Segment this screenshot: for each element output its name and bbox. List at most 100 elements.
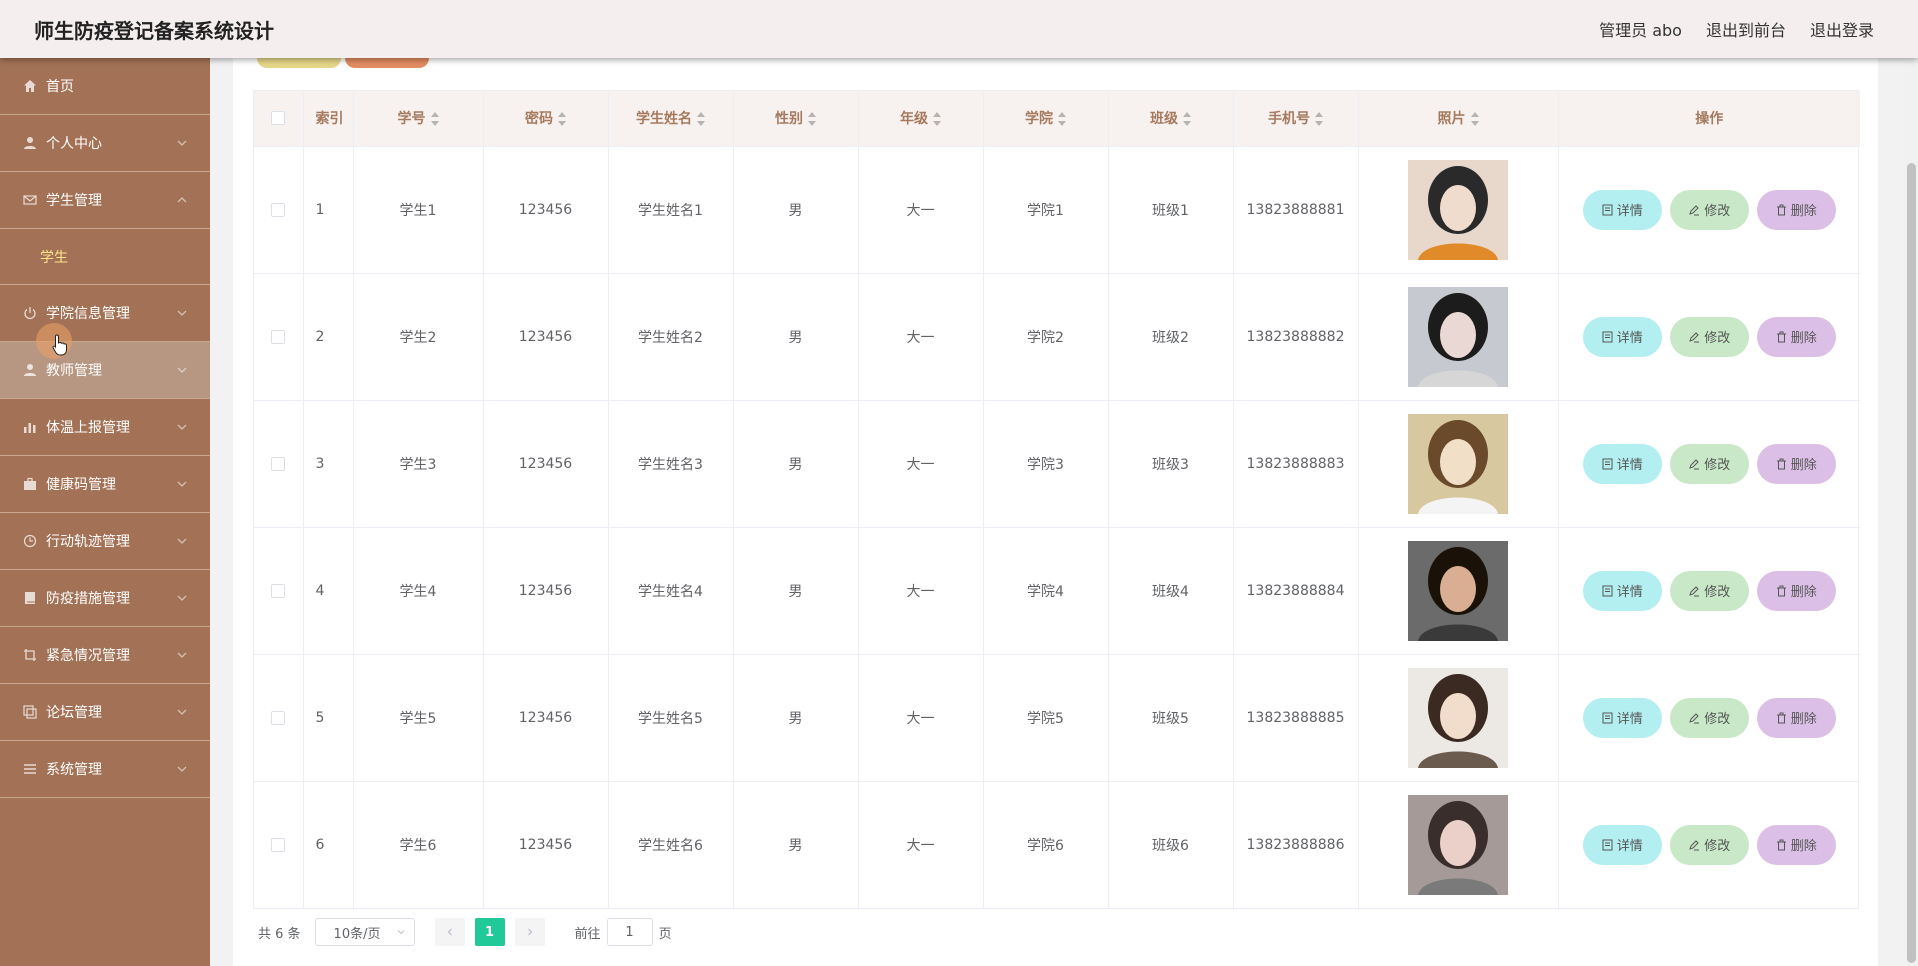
row-checkbox[interactable] xyxy=(271,456,286,471)
search-button[interactable] xyxy=(257,58,341,68)
delete-button[interactable]: 删除 xyxy=(1756,824,1836,865)
cell-student-no: 学生4 xyxy=(353,527,484,655)
cell-index: 3 xyxy=(303,400,354,528)
table-row: 6 学生6 123456 学生姓名6 男大一 学院6 班级6 13823888886 详情 修改删… xyxy=(254,781,1860,908)
sidebar-item-temperature-report[interactable]: 体温上报管理 xyxy=(0,399,210,456)
briefcase-icon xyxy=(22,476,38,492)
delete-button[interactable]: 删除 xyxy=(1756,443,1836,484)
col-header-class[interactable]: 班级 xyxy=(1108,91,1234,147)
delete-button[interactable]: 删除 xyxy=(1756,316,1836,357)
sidebar-item-emergency[interactable]: 紧急情况管理 xyxy=(0,627,210,684)
delete-button[interactable]: 删除 xyxy=(1756,697,1836,738)
select-all-checkbox[interactable] xyxy=(271,111,286,126)
chevron-down-icon xyxy=(177,652,187,658)
cell-grade: 大一 xyxy=(858,273,984,401)
student-photo[interactable] xyxy=(1408,413,1508,514)
chart-icon xyxy=(22,419,38,435)
sidebar-item-profile[interactable]: 个人中心 xyxy=(0,115,210,172)
batch-delete-button[interactable] xyxy=(345,58,429,68)
col-header-student-name[interactable]: 学生姓名 xyxy=(608,91,734,147)
sidebar-item-system[interactable]: 系统管理 xyxy=(0,741,210,798)
sidebar-item-label: 学院信息管理 xyxy=(46,306,130,322)
goto-label: 前往 xyxy=(574,926,601,942)
row-checkbox[interactable] xyxy=(271,202,286,217)
page-suffix: 页 xyxy=(658,926,672,942)
table-row: 1 学生1 123456 学生姓名1 男大一 学院1 班级1 13823888881 详情 修改删… xyxy=(254,146,1860,274)
row-checkbox-cell xyxy=(254,400,304,528)
cell-index: 2 xyxy=(303,273,354,401)
detail-button[interactable]: 详情 xyxy=(1582,570,1662,611)
student-photo[interactable] xyxy=(1408,667,1508,768)
row-checkbox[interactable] xyxy=(271,710,286,725)
col-header-password[interactable]: 密码 xyxy=(483,91,609,147)
detail-button[interactable]: 详情 xyxy=(1582,824,1662,865)
row-checkbox[interactable] xyxy=(271,583,286,598)
edit-button[interactable]: 修改 xyxy=(1669,570,1749,611)
sort-caret-icon[interactable] xyxy=(1058,112,1066,127)
page-number-current[interactable]: 1 xyxy=(474,918,505,946)
home-icon xyxy=(22,78,38,94)
col-header-phone[interactable]: 手机号 xyxy=(1233,91,1359,147)
prev-page-button[interactable] xyxy=(434,918,465,946)
sort-caret-icon[interactable] xyxy=(430,112,439,127)
student-photo[interactable] xyxy=(1408,540,1508,641)
col-header-gender[interactable]: 性别 xyxy=(733,91,859,147)
sort-caret-icon[interactable] xyxy=(697,112,705,127)
sort-caret-icon[interactable] xyxy=(933,112,941,127)
detail-button[interactable]: 详情 xyxy=(1582,189,1662,230)
sidebar-item-student-management[interactable]: 学生管理 xyxy=(0,172,210,229)
student-photo[interactable] xyxy=(1408,794,1508,895)
sidebar: 首页 个人中心 学生管理 学生 学院信息管理 教师管理 体温上报管理 健康码管理… xyxy=(0,58,210,966)
sidebar-item-label: 学生管理 xyxy=(46,193,102,209)
sort-caret-icon[interactable] xyxy=(1315,112,1323,127)
page-size-select[interactable]: 10条/页 xyxy=(314,918,415,946)
sort-caret-icon[interactable] xyxy=(808,112,816,127)
exit-to-front-link[interactable]: 退出到前台 xyxy=(1706,17,1786,41)
sidebar-item-forum[interactable]: 论坛管理 xyxy=(0,684,210,741)
sidebar-item-teacher-management[interactable]: 教师管理 xyxy=(0,342,210,399)
sidebar-item-college-info[interactable]: 学院信息管理 xyxy=(0,285,210,342)
trash-icon xyxy=(1776,331,1786,342)
detail-button[interactable]: 详情 xyxy=(1582,443,1662,484)
col-header-grade[interactable]: 年级 xyxy=(858,91,984,147)
cell-photo xyxy=(1358,400,1559,528)
sidebar-item-home[interactable]: 首页 xyxy=(0,58,210,115)
goto-page-input[interactable] xyxy=(606,918,653,946)
edit-button[interactable]: 修改 xyxy=(1669,316,1749,357)
page-scrollbar[interactable] xyxy=(1905,58,1918,966)
next-page-button[interactable] xyxy=(514,918,545,946)
row-checkbox[interactable] xyxy=(271,329,286,344)
trash-icon xyxy=(1776,712,1786,723)
scrollbar-thumb[interactable] xyxy=(1907,163,1916,963)
cell-index: 1 xyxy=(303,146,354,274)
cell-phone: 13823888885 xyxy=(1233,654,1359,782)
cell-gender: 男 xyxy=(733,146,859,274)
col-header-student-no[interactable]: 学号 xyxy=(353,91,484,147)
edit-button[interactable]: 修改 xyxy=(1669,824,1749,865)
select-all-checkbox-cell xyxy=(254,91,304,147)
sidebar-item-label: 个人中心 xyxy=(46,136,102,152)
logout-link[interactable]: 退出登录 xyxy=(1810,17,1874,41)
row-checkbox-cell xyxy=(254,146,304,274)
detail-button[interactable]: 详情 xyxy=(1582,316,1662,357)
power-icon xyxy=(22,305,38,321)
delete-button[interactable]: 删除 xyxy=(1756,570,1836,611)
delete-button[interactable]: 删除 xyxy=(1756,189,1836,230)
sidebar-subitem-student[interactable]: 学生 xyxy=(0,229,210,285)
col-header-photo[interactable]: 照片 xyxy=(1358,91,1559,147)
sidebar-item-health-code[interactable]: 健康码管理 xyxy=(0,456,210,513)
edit-button[interactable]: 修改 xyxy=(1669,189,1749,230)
sort-caret-icon[interactable] xyxy=(1470,112,1479,127)
sidebar-item-track[interactable]: 行动轨迹管理 xyxy=(0,513,210,570)
student-photo[interactable] xyxy=(1408,159,1508,260)
sort-caret-icon[interactable] xyxy=(558,112,566,127)
detail-button[interactable]: 详情 xyxy=(1582,697,1662,738)
col-header-college[interactable]: 学院 xyxy=(983,91,1109,147)
row-checkbox[interactable] xyxy=(271,837,286,852)
edit-button[interactable]: 修改 xyxy=(1669,697,1749,738)
student-photo[interactable] xyxy=(1408,286,1508,387)
sort-caret-icon[interactable] xyxy=(1183,112,1191,127)
sidebar-item-measures[interactable]: 防疫措施管理 xyxy=(0,570,210,627)
edit-button[interactable]: 修改 xyxy=(1669,443,1749,484)
cell-password: 123456 xyxy=(483,527,609,655)
